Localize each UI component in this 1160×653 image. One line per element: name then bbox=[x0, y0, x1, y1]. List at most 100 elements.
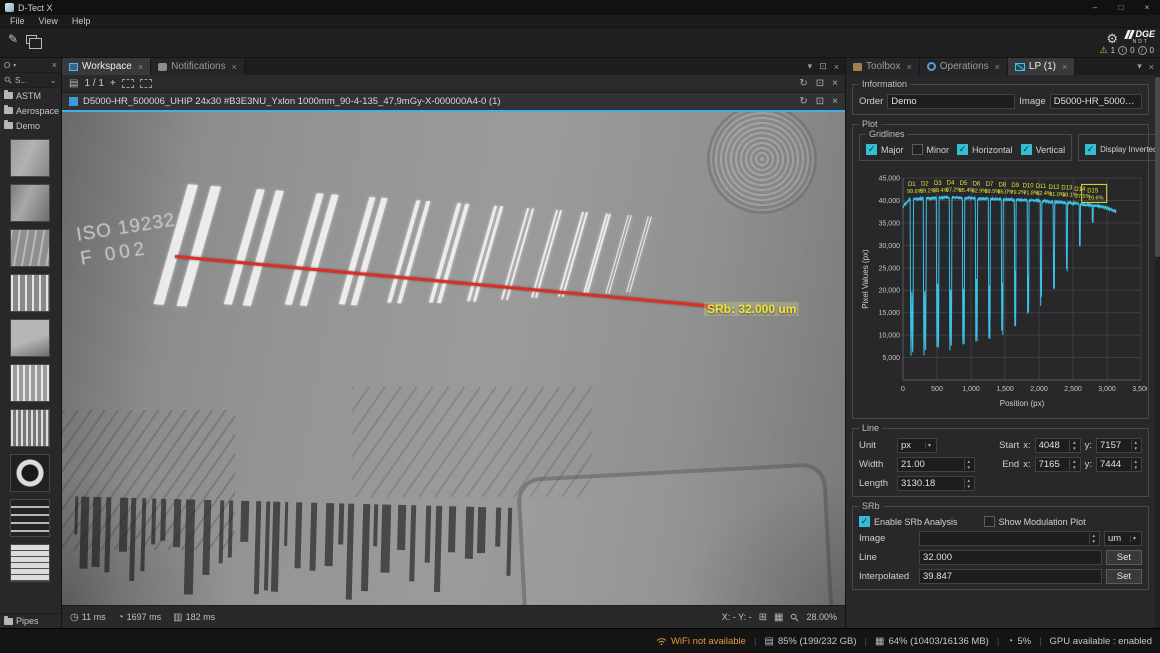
maximize-panel-icon[interactable]: ⊡ bbox=[819, 61, 827, 72]
tab-workspace[interactable]: Workspace × bbox=[62, 58, 151, 75]
app-window: D-Tect X – □ × File View Help ✎ ⚙ DGE ND… bbox=[0, 0, 1160, 653]
set-interpolated-button[interactable]: Set bbox=[1106, 569, 1142, 584]
scrollbar-thumb[interactable] bbox=[1155, 77, 1160, 257]
close-tab-icon[interactable]: × bbox=[906, 62, 911, 72]
cpu-status: ◔ 5% bbox=[1007, 636, 1031, 647]
library-sidebar: O ▾ × S... ⌄ ASTM Aerospace Demo bbox=[0, 58, 62, 628]
checkbox-box bbox=[866, 144, 877, 155]
sidebar-item-demo[interactable]: Demo bbox=[0, 118, 61, 133]
width-input[interactable]: 21.00▲▼ bbox=[897, 457, 975, 472]
checkbox-display-inverted[interactable]: Display Inverted Values bbox=[1085, 144, 1160, 155]
thumbnail-4[interactable] bbox=[10, 274, 50, 312]
end-x-input[interactable]: 7165▲▼ bbox=[1035, 457, 1081, 472]
refresh-icon[interactable]: ↻ bbox=[799, 96, 807, 107]
sidebar-search[interactable]: S... ⌄ bbox=[0, 73, 61, 88]
wifi-status: WiFi not available bbox=[656, 636, 746, 647]
region-select-alt-icon[interactable] bbox=[140, 79, 152, 88]
layout-icon[interactable]: ▤ bbox=[69, 78, 78, 89]
end-y-input[interactable]: 7444▲▼ bbox=[1096, 457, 1142, 472]
checkbox-show-modulation[interactable]: Show Modulation Plot bbox=[984, 516, 1086, 527]
close-panel-icon[interactable]: × bbox=[52, 60, 57, 70]
chevron-down-icon[interactable]: ▾ bbox=[808, 61, 813, 72]
close-panel-icon[interactable]: × bbox=[834, 62, 839, 72]
image-name-input[interactable]: D5000-HR_500006_UHIP 24x30 #B bbox=[1050, 94, 1142, 109]
checkbox-minor[interactable]: Minor bbox=[912, 144, 950, 155]
gridlines-group: Gridlines Major Minor Horizontal bbox=[859, 134, 1072, 161]
sidebar-item-astm[interactable]: ASTM bbox=[0, 88, 61, 103]
lp-chart-svg[interactable]: 5,00010,00015,00020,00025,00030,00035,00… bbox=[859, 170, 1147, 410]
refresh-icon[interactable]: ↻ bbox=[799, 78, 807, 89]
thumbnail-8[interactable] bbox=[10, 454, 50, 492]
menu-help[interactable]: Help bbox=[65, 16, 98, 26]
checkbox-vertical[interactable]: Vertical bbox=[1021, 144, 1066, 155]
expand-search-icon[interactable]: ⌄ bbox=[49, 75, 57, 86]
tab-operations[interactable]: Operations × bbox=[920, 58, 1008, 75]
tab-notifications[interactable]: Notifications × bbox=[151, 58, 245, 75]
start-y-input[interactable]: 7157▲▼ bbox=[1096, 438, 1142, 453]
grid-overlay-icon[interactable]: ⊞ bbox=[759, 612, 767, 623]
order-input[interactable]: Demo bbox=[887, 94, 1015, 109]
srb-unit-select[interactable]: um▾ bbox=[1104, 531, 1142, 546]
close-icon[interactable]: × bbox=[1134, 0, 1160, 15]
checkbox-major[interactable]: Major bbox=[866, 144, 904, 155]
load-time-icon: ◷ bbox=[70, 612, 79, 623]
alert-indicators[interactable]: ⚠ 1 i 0 i 0 bbox=[1100, 45, 1154, 56]
checkbox-enable-srb[interactable]: Enable SRb Analysis bbox=[859, 516, 958, 527]
line-group: Line Unit px▾ Start x: 4048▲▼ y: 7157▲▼ … bbox=[852, 428, 1149, 497]
thumbnail-10[interactable] bbox=[10, 544, 50, 582]
radiograph-viewport[interactable]: ISO 19232 F 002 SRb: 32.000 um bbox=[62, 110, 845, 605]
srb-image-select[interactable]: ▲▼ bbox=[919, 531, 1100, 546]
thumbnail-5[interactable] bbox=[10, 319, 50, 357]
sidebar-item-aerospace[interactable]: Aerospace bbox=[0, 103, 61, 118]
set-line-button[interactable]: Set bbox=[1106, 550, 1142, 565]
close-tab-icon[interactable]: × bbox=[138, 62, 143, 72]
menu-file[interactable]: File bbox=[3, 16, 32, 26]
add-view-button[interactable]: + bbox=[110, 78, 116, 89]
sort-icon[interactable]: O bbox=[4, 61, 10, 70]
panel-scrollbar[interactable] bbox=[1155, 75, 1160, 628]
window-controls: – □ × bbox=[1082, 0, 1160, 15]
edit-report-icon[interactable]: ✎ bbox=[8, 32, 18, 46]
unit-label: Unit bbox=[859, 440, 893, 451]
fit-view-icon[interactable]: ⊡ bbox=[816, 96, 824, 107]
thumbnail-3[interactable] bbox=[10, 229, 50, 267]
pixel-grid-icon[interactable]: ▦ bbox=[774, 612, 783, 623]
srb-line-input[interactable]: 32.000 bbox=[919, 550, 1102, 565]
length-input[interactable]: 3130.18▲▼ bbox=[897, 476, 975, 491]
unit-select[interactable]: px▾ bbox=[897, 438, 937, 453]
tab-lp[interactable]: LP (1) × bbox=[1008, 58, 1075, 75]
checkbox-horizontal[interactable]: Horizontal bbox=[957, 144, 1013, 155]
zoom-level[interactable]: 28.00% bbox=[806, 612, 837, 622]
thumbnail-9[interactable] bbox=[10, 499, 50, 537]
close-tab-icon[interactable]: × bbox=[1062, 62, 1067, 72]
sidebar-item-pipes[interactable]: Pipes bbox=[0, 613, 61, 628]
lp-tool-content: Information Order Demo Image D5000-HR_50… bbox=[846, 75, 1160, 628]
svg-text:D12: D12 bbox=[1048, 185, 1060, 191]
svg-text:3,000: 3,000 bbox=[1098, 386, 1116, 393]
fit-view-icon[interactable]: ⊡ bbox=[816, 78, 824, 89]
region-select-icon[interactable] bbox=[122, 79, 134, 88]
svg-text:20,000: 20,000 bbox=[879, 288, 901, 295]
close-panel-icon[interactable]: × bbox=[1149, 62, 1154, 72]
close-image-icon[interactable]: × bbox=[832, 96, 838, 107]
image-tab[interactable]: D5000-HR_500006_UHIP 24x30 #B3E3NU_Yxlon… bbox=[62, 93, 845, 110]
tab-toolbox[interactable]: Toolbox × bbox=[846, 58, 920, 75]
thumbnail-2[interactable] bbox=[10, 184, 50, 222]
start-x-input[interactable]: 4048▲▼ bbox=[1035, 438, 1081, 453]
svg-text:D4: D4 bbox=[947, 180, 955, 186]
srb-interpolated-input[interactable]: 39.847 bbox=[919, 569, 1102, 584]
minimize-icon[interactable]: – bbox=[1082, 0, 1108, 15]
thumbnail-7[interactable] bbox=[10, 409, 50, 447]
thumbnail-1[interactable] bbox=[10, 139, 50, 177]
close-tab-icon[interactable]: × bbox=[232, 62, 237, 72]
search-input[interactable]: S... bbox=[15, 76, 27, 85]
images-icon[interactable] bbox=[26, 35, 37, 44]
chevron-down-icon[interactable]: ▾ bbox=[1137, 61, 1142, 72]
load-time: 11 ms bbox=[82, 612, 106, 622]
close-tab-icon[interactable]: × bbox=[995, 62, 1000, 72]
maximize-icon[interactable]: □ bbox=[1108, 0, 1134, 15]
thumbnail-6[interactable] bbox=[10, 364, 50, 402]
chevron-down-icon[interactable]: ▾ bbox=[13, 62, 16, 69]
close-view-icon[interactable]: × bbox=[832, 78, 838, 89]
menu-view[interactable]: View bbox=[32, 16, 65, 26]
